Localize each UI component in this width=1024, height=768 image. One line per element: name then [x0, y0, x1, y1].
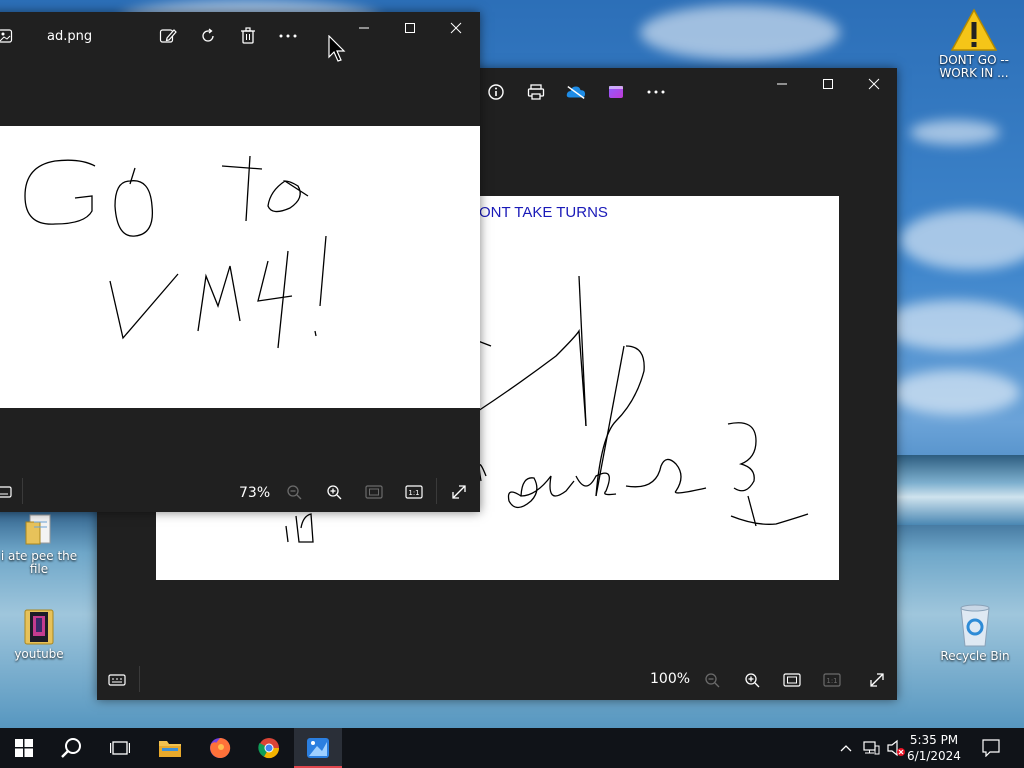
- firefox-icon: [210, 737, 231, 758]
- zoom-in-icon[interactable]: [742, 670, 762, 690]
- wallpaper-sea: [880, 455, 1024, 525]
- full-screen-icon[interactable]: [449, 482, 469, 502]
- mouse-cursor-icon: [328, 35, 346, 62]
- network-button[interactable]: [858, 728, 884, 768]
- close-button[interactable]: [851, 68, 897, 100]
- onedrive-icon[interactable]: [566, 82, 586, 102]
- desktop-icon-label: i ate pee the file: [0, 549, 78, 576]
- firefox-button[interactable]: [196, 728, 244, 768]
- chrome-button[interactable]: [245, 728, 293, 768]
- delete-icon[interactable]: [238, 26, 258, 46]
- desktop-icon-youtube[interactable]: youtube: [0, 606, 79, 661]
- clock-date: 6/1/2024: [907, 749, 961, 763]
- rotate-icon[interactable]: [198, 26, 218, 46]
- photos-taskbar-button[interactable]: [294, 728, 342, 768]
- actual-size-icon[interactable]: 1:1: [404, 482, 424, 502]
- zoom-in-icon[interactable]: [324, 482, 344, 502]
- handwriting-drawing: [24, 155, 327, 349]
- chrome-icon: [258, 738, 280, 759]
- network-icon: [863, 741, 880, 755]
- close-button[interactable]: [433, 12, 479, 44]
- maximize-button[interactable]: [387, 12, 433, 44]
- desktop-icon-label: DONT GO -- WORK IN ...: [938, 53, 1010, 80]
- system-clock[interactable]: 5:35 PM 6/1/2024: [902, 732, 966, 764]
- task-view-icon: [110, 741, 130, 755]
- taskbar: 5:35 PM 6/1/2024: [0, 728, 1024, 768]
- zoom-out-icon: [702, 670, 722, 690]
- fit-to-window-icon[interactable]: [782, 670, 802, 690]
- chevron-up-icon: [840, 745, 852, 752]
- zoom-level: 73%: [239, 485, 271, 501]
- filmstrip-icon[interactable]: [0, 482, 13, 502]
- info-icon[interactable]: [486, 82, 506, 102]
- notification-icon: [982, 739, 1000, 757]
- document-icon: [25, 514, 51, 545]
- minimize-button[interactable]: [759, 68, 805, 100]
- edit-image-icon[interactable]: [158, 26, 178, 46]
- photos-icon: [307, 738, 329, 758]
- warning-icon: [950, 8, 998, 51]
- action-center-button[interactable]: [968, 728, 1014, 768]
- clock-time: 5:35 PM: [909, 733, 959, 747]
- maximize-button[interactable]: [805, 68, 851, 100]
- filmstrip-icon[interactable]: [107, 670, 127, 690]
- search-button[interactable]: [48, 728, 96, 768]
- desktop-icon-recycle-bin[interactable]: Recycle Bin: [935, 602, 1015, 663]
- window-title: ad.png: [47, 29, 93, 44]
- more-options-icon[interactable]: [646, 82, 666, 102]
- start-button[interactable]: [0, 728, 48, 768]
- print-icon[interactable]: [526, 82, 546, 102]
- folder-icon: [159, 741, 181, 757]
- recycle-bin-icon: [960, 604, 990, 647]
- zoom-out-icon: [284, 482, 304, 502]
- image-canvas: [0, 126, 480, 408]
- photos-app-icon: [0, 26, 15, 46]
- desktop-icon-label: Recycle Bin: [940, 649, 1010, 663]
- file-explorer-button[interactable]: [146, 728, 194, 768]
- photos-window-front[interactable]: ad.png 73% 1:1: [0, 12, 480, 512]
- full-screen-icon[interactable]: [867, 670, 887, 690]
- video-editor-icon[interactable]: [606, 82, 626, 102]
- desktop-icon-i-ate-pee-the-file[interactable]: i ate pee the file: [0, 512, 79, 576]
- windows-icon: [15, 739, 33, 757]
- svg-text:1:1: 1:1: [826, 677, 837, 685]
- show-hidden-icons-button[interactable]: [834, 728, 858, 768]
- more-options-icon[interactable]: [278, 26, 298, 46]
- task-view-button[interactable]: [96, 728, 144, 768]
- actual-size-icon: 1:1: [822, 670, 842, 690]
- fit-to-window-icon: [364, 482, 384, 502]
- svg-text:1:1: 1:1: [408, 489, 419, 497]
- search-icon: [61, 738, 81, 758]
- media-folder-icon: [24, 609, 54, 645]
- zoom-level: 100%: [650, 671, 691, 687]
- desktop-icon-dont-go[interactable]: DONT GO -- WORK IN ...: [934, 8, 1014, 80]
- desktop-icon-label: youtube: [14, 647, 64, 661]
